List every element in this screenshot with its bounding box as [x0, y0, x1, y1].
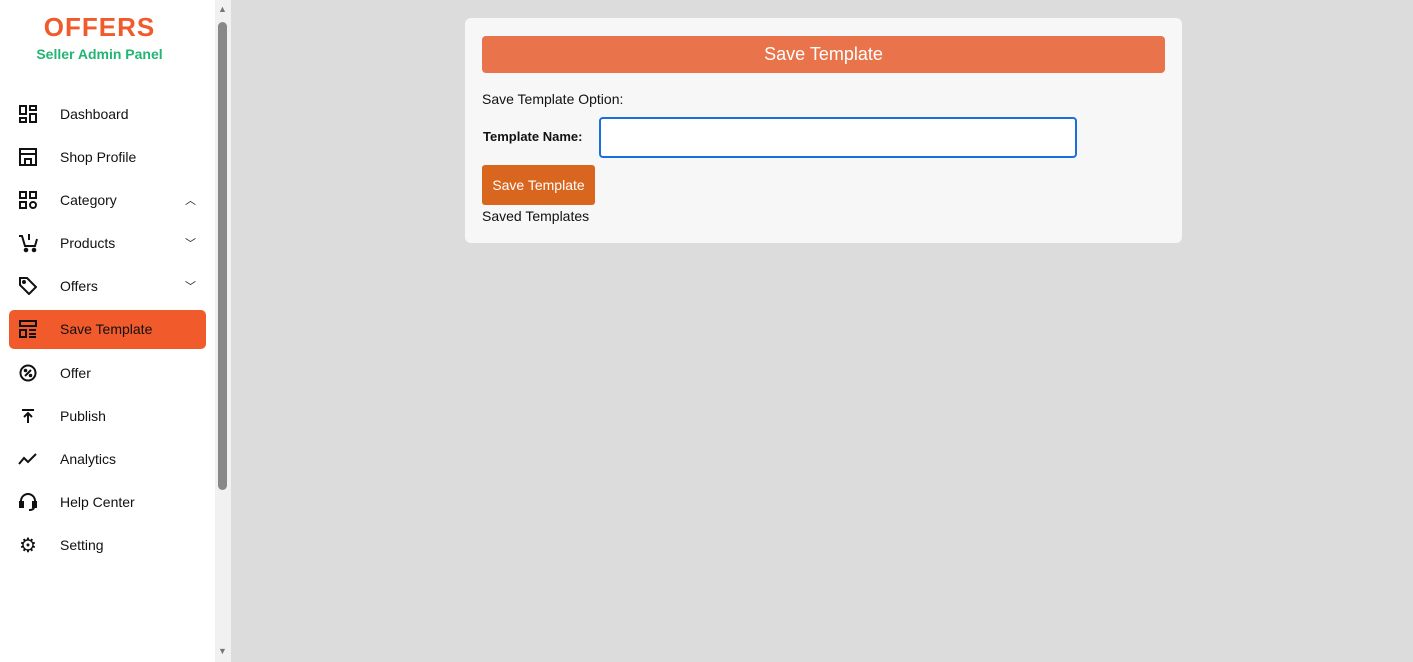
headset-icon [17, 491, 39, 513]
tag-icon [17, 275, 39, 297]
sidebar-item-label: Offers [60, 278, 98, 295]
sidebar-item-publish[interactable]: Publish [9, 396, 206, 435]
sidebar-item-label: Offer [60, 364, 91, 381]
gear-icon: ⚙ [19, 534, 37, 557]
sidebar-item-label: Publish [60, 407, 106, 424]
sidebar-item-category[interactable]: Category ︿ [9, 180, 206, 219]
template-name-input[interactable] [599, 117, 1077, 158]
sidebar-item-label: Save Template [60, 321, 153, 338]
panel-subtitle: Seller Admin Panel [36, 46, 163, 62]
chevron-up-icon: ︿ [185, 194, 196, 207]
option-label: Save Template Option: [482, 91, 624, 107]
template-name-label: Template Name: [483, 129, 583, 144]
template-icon [17, 318, 39, 340]
sidebar-scrollbar[interactable]: ▲ ▼ [215, 0, 231, 662]
chevron-down-icon: ﹀ [185, 238, 196, 251]
logo: OFFERS [43, 12, 156, 42]
chevron-down-icon: ﹀ [185, 281, 196, 294]
category-icon [17, 189, 39, 211]
sidebar-item-label: Setting [60, 537, 104, 554]
sidebar-item-analytics[interactable]: Analytics [9, 440, 206, 479]
save-template-button[interactable]: Save Template [482, 165, 595, 205]
sidebar-item-save-template[interactable]: Save Template [9, 309, 206, 349]
sidebar-item-offers[interactable]: Offers ﹀ [9, 267, 206, 306]
sidebar-item-label: Help Center [60, 494, 135, 511]
saved-templates-label: Saved Templates [482, 208, 590, 224]
sidebar-item-dashboard[interactable]: Dashboard [9, 94, 206, 133]
store-icon [17, 146, 39, 168]
scrollbar-thumb[interactable] [218, 22, 227, 490]
cart-icon [17, 232, 39, 254]
save-template-card: Save Template Save Template Option: Temp… [465, 18, 1182, 243]
sidebar-item-products[interactable]: Products ﹀ [9, 224, 206, 263]
sidebar-item-offer[interactable]: Offer [9, 353, 206, 392]
sidebar-item-label: Products [60, 235, 116, 252]
card-header: Save Template [482, 36, 1165, 73]
sidebar: OFFERS Seller Admin Panel Dashboard Shop… [0, 0, 215, 662]
sidebar-item-label: Analytics [60, 451, 117, 467]
sidebar-item-label: Category [60, 191, 117, 208]
sidebar-item-setting[interactable]: ⚙ Setting [9, 526, 206, 565]
sidebar-item-label: Shop Profile [60, 148, 137, 165]
chart-line-icon [17, 448, 39, 470]
upload-icon [17, 405, 39, 427]
sidebar-item-label: Dashboard [60, 105, 129, 122]
scroll-up-icon[interactable]: ▲ [218, 4, 227, 14]
discount-icon [17, 362, 39, 384]
sidebar-item-shop-profile[interactable]: Shop Profile [9, 137, 206, 176]
sidebar-item-help-center[interactable]: Help Center [9, 483, 206, 522]
nav-menu: Dashboard Shop Profile Category ︿ Product… [9, 94, 206, 569]
scroll-down-icon[interactable]: ▼ [218, 646, 227, 656]
dashboard-icon [17, 103, 39, 125]
